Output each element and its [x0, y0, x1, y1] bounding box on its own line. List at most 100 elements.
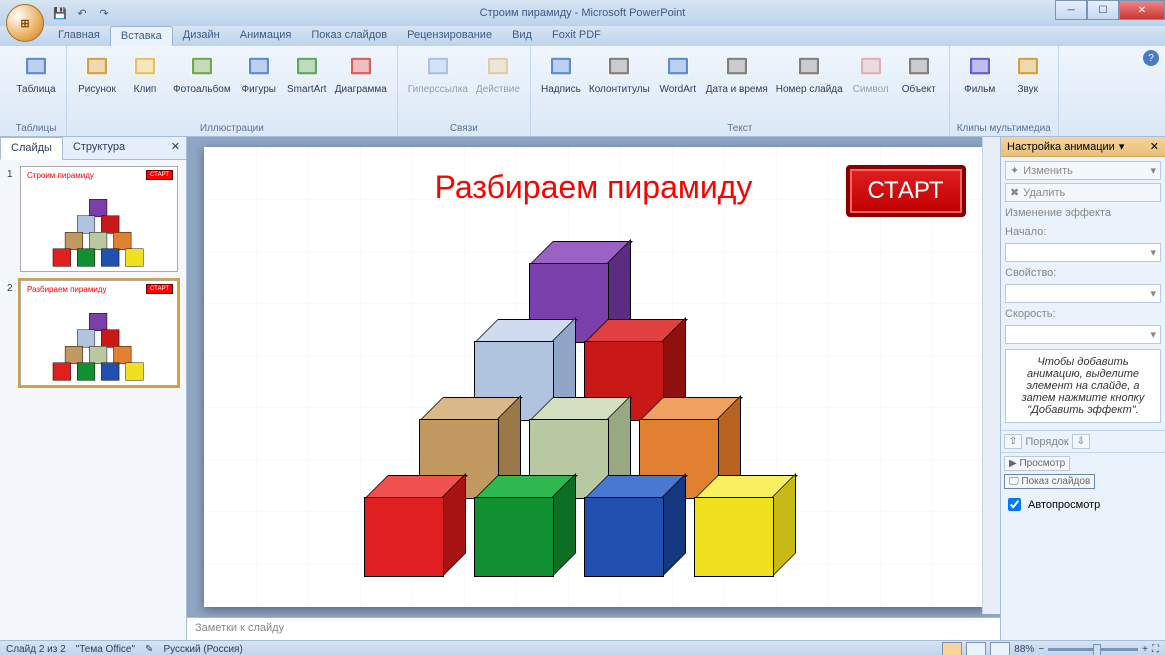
ribbon-tab-2[interactable]: Дизайн — [173, 26, 230, 46]
image-icon — [81, 50, 113, 82]
close-panel-icon[interactable]: ✕ — [165, 137, 186, 159]
preview-button[interactable]: ▶ Просмотр — [1004, 456, 1070, 471]
obj-icon — [903, 50, 935, 82]
ribbon-album-button[interactable]: Фотоальбом — [169, 48, 235, 121]
editor-area: Разбираем пирамиду СТАРТ Заметки к слайд… — [187, 137, 1000, 640]
cube-9[interactable] — [694, 475, 794, 575]
textbox-icon — [545, 50, 577, 82]
zoom-slider[interactable] — [1048, 648, 1138, 651]
theme-name: "Тема Office" — [76, 644, 135, 655]
movie-icon — [964, 50, 996, 82]
spellcheck-icon[interactable]: ✎ — [145, 644, 153, 655]
ribbon-symbol-button: Символ — [847, 48, 895, 121]
zoom-in-button[interactable]: + — [1142, 644, 1148, 655]
language-indicator[interactable]: Русский (Россия) — [163, 644, 242, 655]
order-label: Порядок — [1025, 436, 1068, 448]
zoom-out-button[interactable]: − — [1038, 644, 1044, 655]
vertical-scrollbar[interactable] — [982, 137, 1000, 614]
ribbon-image-button[interactable]: Рисунок — [73, 48, 121, 121]
undo-icon[interactable]: ↶ — [72, 3, 92, 23]
ribbon-tab-1[interactable]: Вставка — [110, 26, 173, 46]
ribbon-tab-3[interactable]: Анимация — [230, 26, 302, 46]
wordart-icon — [662, 50, 694, 82]
slide-thumbnail-1[interactable]: 1Строим пирамидуСТАРТ — [20, 166, 178, 272]
ribbon-group-label: Иллюстрации — [200, 121, 264, 136]
cube-6[interactable] — [364, 475, 464, 575]
ribbon-hf-button[interactable]: Колонтитулы — [585, 48, 654, 121]
slide-thumbnail-2[interactable]: 2Разбираем пирамидуСТАРТ — [20, 280, 178, 386]
num-icon — [793, 50, 825, 82]
hf-icon — [603, 50, 635, 82]
cube-7[interactable] — [474, 475, 574, 575]
close-pane-icon[interactable]: ✕ — [1150, 140, 1159, 153]
slide-canvas[interactable]: Разбираем пирамиду СТАРТ — [204, 147, 984, 607]
ribbon-action-button: Действие — [472, 48, 524, 121]
property-combo — [1005, 284, 1161, 303]
start-combo — [1005, 243, 1161, 262]
ribbon-tab-4[interactable]: Показ слайдов — [301, 26, 397, 46]
ribbon-textbox-button[interactable]: Надпись — [537, 48, 585, 121]
ribbon-tab-7[interactable]: Foxit PDF — [542, 26, 611, 46]
animation-pane: Настройка анимации ▾ ✕ ✦ Изменить▾ ✖ Уда… — [1000, 137, 1165, 640]
animation-pane-header: Настройка анимации ▾ ✕ — [1001, 137, 1165, 157]
dropdown-icon[interactable]: ▾ — [1119, 140, 1125, 153]
delete-effect-button: ✖ Удалить — [1005, 183, 1161, 202]
clip-icon — [129, 50, 161, 82]
office-button[interactable]: ⊞ — [6, 4, 44, 42]
redo-icon[interactable]: ↷ — [94, 3, 114, 23]
album-icon — [186, 50, 218, 82]
change-effect-button: ✦ Изменить▾ — [1005, 161, 1161, 180]
fit-window-button[interactable]: ⛶ — [1152, 644, 1159, 655]
cube-8[interactable] — [584, 475, 684, 575]
ribbon-shapes-button[interactable]: Фигуры — [235, 48, 283, 121]
sound-icon — [1012, 50, 1044, 82]
autoplay-checkbox[interactable]: Автопросмотр — [1001, 492, 1165, 517]
ribbon-wordart-button[interactable]: WordArt — [654, 48, 702, 121]
close-button[interactable]: ✕ — [1119, 0, 1165, 20]
maximize-button[interactable]: ☐ — [1087, 0, 1119, 20]
ribbon: ТаблицаТаблицыРисунокКлипФотоальбомФигур… — [0, 46, 1165, 137]
window-title: Строим пирамиду - Microsoft PowerPoint — [480, 7, 686, 19]
animation-hint: Чтобы добавить анимацию, выделите элемен… — [1005, 349, 1161, 423]
chart-icon — [345, 50, 377, 82]
ribbon-tab-5[interactable]: Рецензирование — [397, 26, 502, 46]
notes-pane[interactable]: Заметки к слайду — [187, 617, 1000, 640]
speed-combo — [1005, 325, 1161, 344]
ribbon-chart-button[interactable]: Диаграмма — [331, 48, 391, 121]
normal-view-button[interactable] — [942, 642, 962, 655]
tab-outline[interactable]: Структура — [63, 137, 135, 159]
action-icon — [482, 50, 514, 82]
delete-icon: ✖ — [1010, 186, 1019, 199]
ribbon-group-label: Клипы мультимедиа — [957, 121, 1051, 136]
ribbon-date-button[interactable]: Дата и время — [702, 48, 772, 121]
ribbon-movie-button[interactable]: Фильм — [956, 48, 1004, 121]
minimize-button[interactable]: ─ — [1055, 0, 1087, 20]
zoom-level[interactable]: 88% — [1014, 644, 1034, 655]
slide-counter: Слайд 2 из 2 — [6, 644, 66, 655]
ribbon-sound-button[interactable]: Звук — [1004, 48, 1052, 121]
ribbon-num-button[interactable]: Номер слайда — [772, 48, 847, 121]
ribbon-obj-button[interactable]: Объект — [895, 48, 943, 121]
save-icon[interactable]: 💾 — [50, 3, 70, 23]
table-icon — [20, 50, 52, 82]
link-icon — [422, 50, 454, 82]
order-down-button: ⇩ — [1072, 434, 1090, 449]
shapes-icon — [243, 50, 275, 82]
slideshow-button[interactable]: 🖵 Показ слайдов — [1004, 474, 1095, 489]
start-label: Начало: — [1005, 224, 1161, 240]
help-icon[interactable]: ? — [1143, 50, 1159, 66]
order-up-button: ⇧ — [1004, 434, 1022, 449]
start-button[interactable]: СТАРТ — [846, 165, 966, 217]
tab-slides[interactable]: Слайды — [0, 137, 63, 160]
ribbon-tab-6[interactable]: Вид — [502, 26, 542, 46]
ribbon-link-button: Гиперссылка — [404, 48, 472, 121]
ribbon-group-label: Текст — [727, 121, 752, 136]
ribbon-smartart-button[interactable]: SmartArt — [283, 48, 331, 121]
ribbon-table-button[interactable]: Таблица — [12, 48, 60, 121]
ribbon-clip-button[interactable]: Клип — [121, 48, 169, 121]
slide-thumbnails: 1Строим пирамидуСТАРТ2Разбираем пирамиду… — [0, 160, 186, 640]
date-icon — [721, 50, 753, 82]
slideshow-view-button[interactable] — [990, 642, 1010, 655]
ribbon-tab-0[interactable]: Главная — [48, 26, 110, 46]
sorter-view-button[interactable] — [966, 642, 986, 655]
